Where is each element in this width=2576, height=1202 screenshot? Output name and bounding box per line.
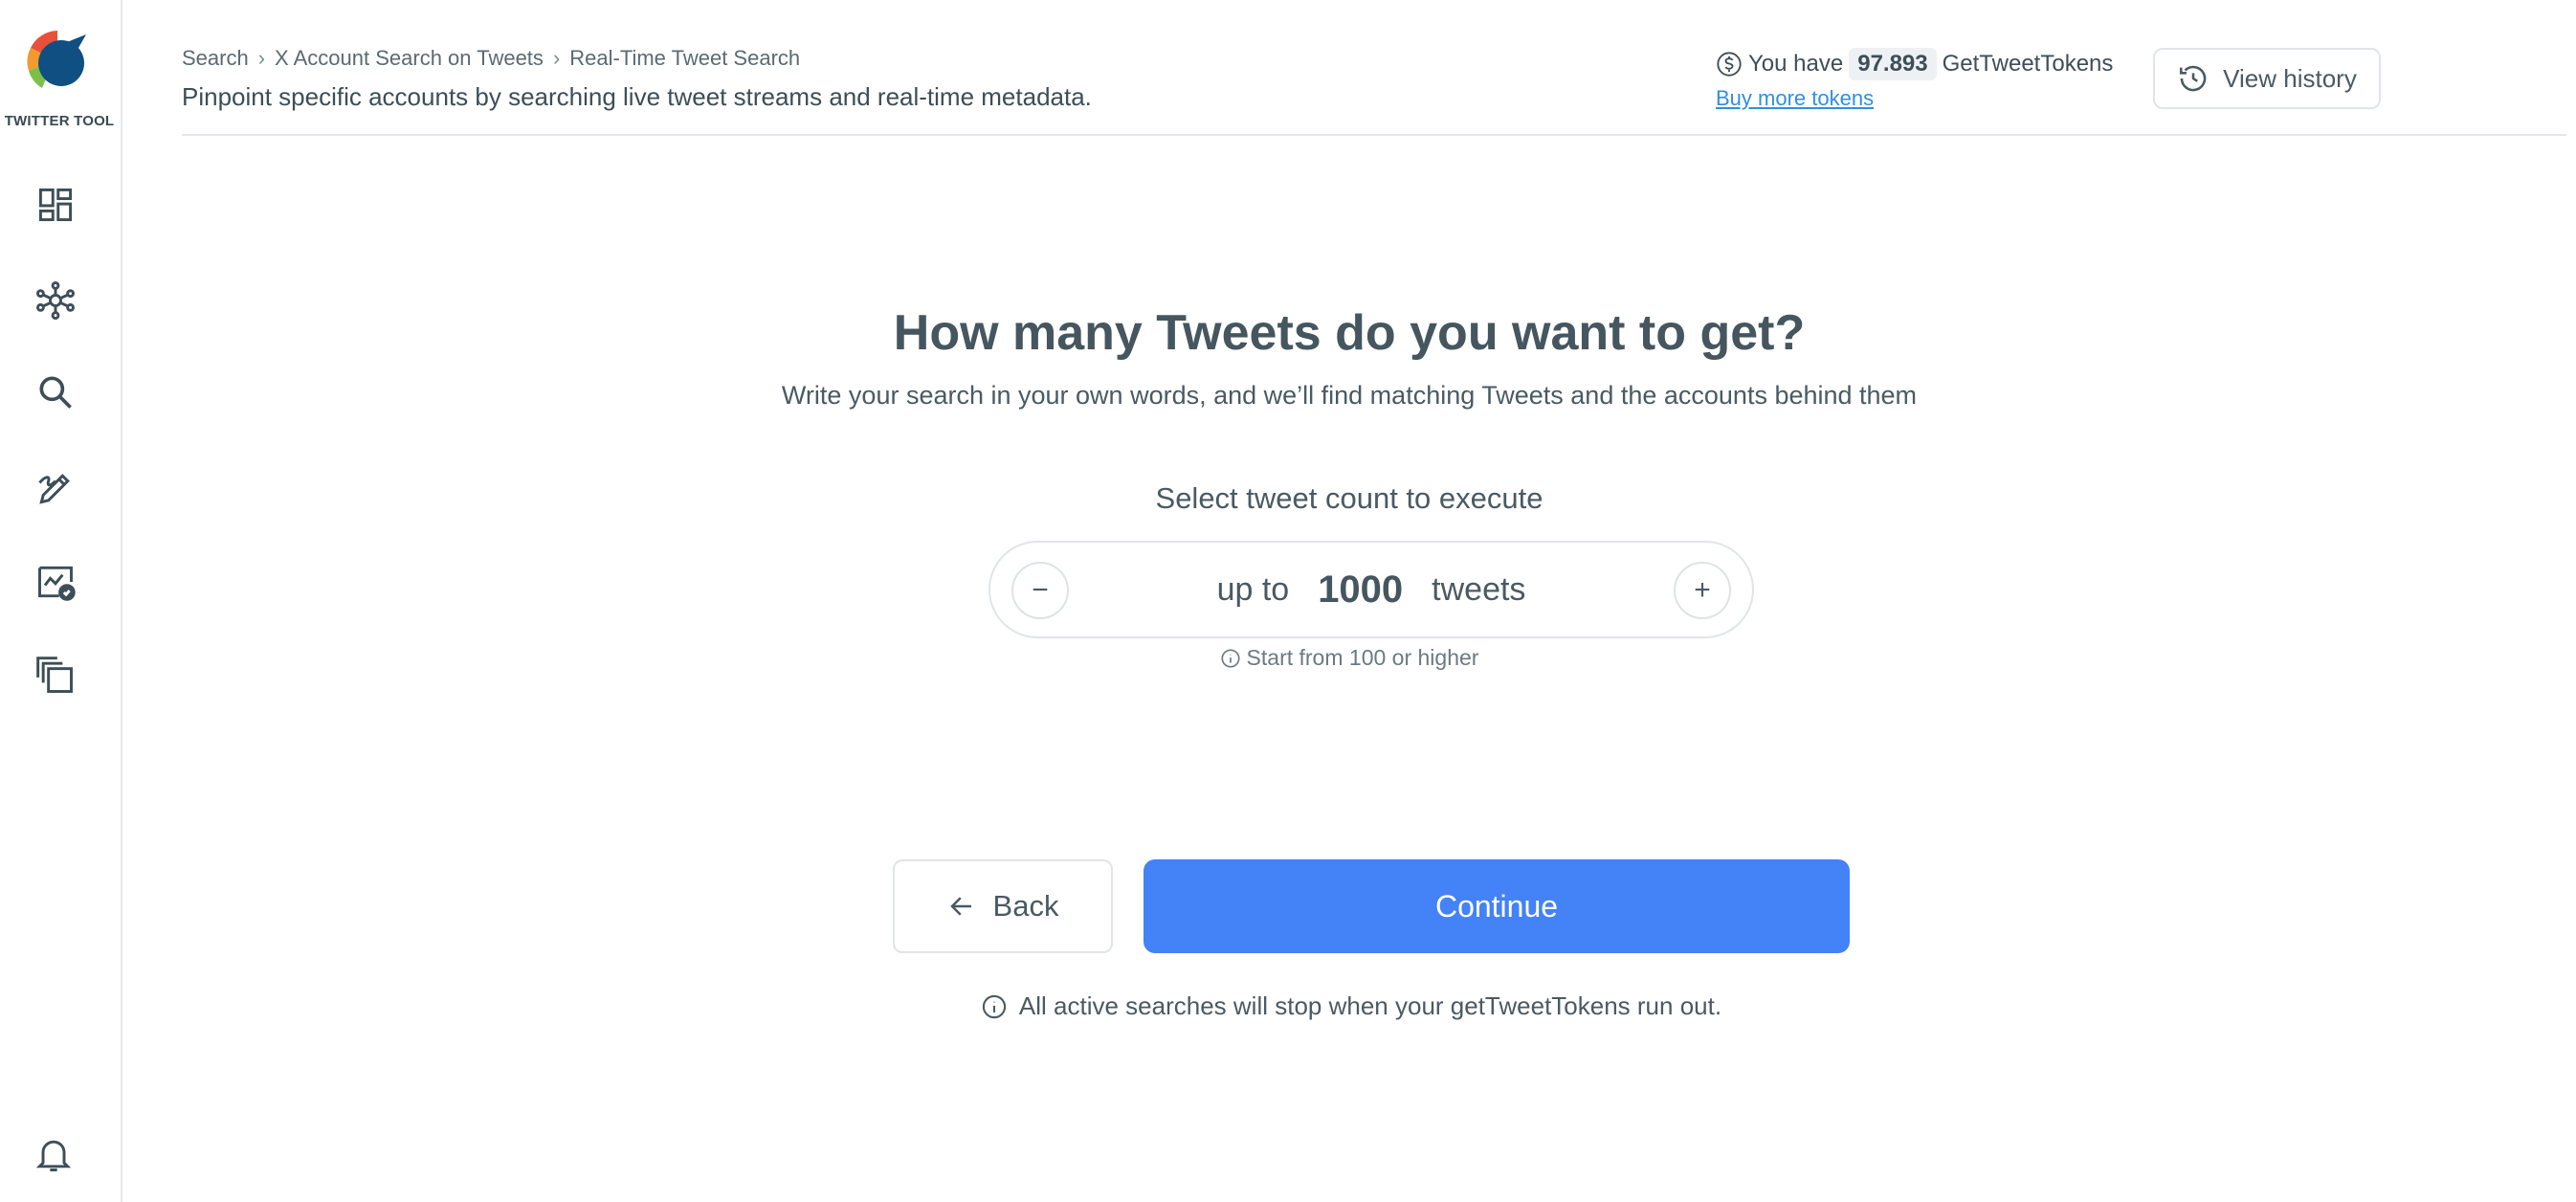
info-icon bbox=[1221, 648, 1240, 668]
breadcrumb-realtime: Real-Time Tweet Search bbox=[569, 46, 801, 70]
tweet-count-value[interactable]: 1000 bbox=[1318, 568, 1403, 612]
stepper-prefix: up to bbox=[1216, 570, 1290, 608]
copy-icon bbox=[36, 657, 73, 693]
analytics-check-icon bbox=[38, 566, 76, 601]
bell-icon bbox=[35, 1140, 72, 1171]
app-name: TWITTER TOOL bbox=[4, 113, 115, 129]
token-warning: All active searches will stop when your … bbox=[122, 991, 2576, 1021]
nav-search[interactable] bbox=[31, 367, 80, 417]
minus-icon: − bbox=[1032, 574, 1049, 606]
breadcrumb-account-search[interactable]: X Account Search on Tweets bbox=[275, 46, 544, 71]
minimum-hint: Start from 100 or higher bbox=[122, 645, 2576, 671]
dashboard-icon bbox=[38, 188, 73, 222]
stepper-suffix: tweets bbox=[1432, 570, 1526, 608]
tokens-value: 97.893 bbox=[1849, 48, 1937, 80]
app-logo[interactable] bbox=[19, 23, 96, 100]
tokens-prefix: You have bbox=[1748, 51, 1844, 77]
token-balance: You have 97.893 GetTweetTokens bbox=[1716, 48, 2113, 80]
increment-button[interactable]: + bbox=[1674, 562, 1731, 619]
search-icon bbox=[39, 376, 72, 409]
token-warning-text: All active searches will stop when your … bbox=[1018, 991, 1722, 1020]
network-icon bbox=[36, 281, 75, 320]
select-count-label: Select tweet count to execute bbox=[1155, 481, 1543, 515]
back-button[interactable]: Back bbox=[893, 859, 1113, 953]
continue-label: Continue bbox=[1434, 888, 1559, 924]
sidebar: TWITTER TOOL bbox=[0, 0, 122, 1202]
page-description: Write your search in your own words, and… bbox=[781, 381, 1918, 410]
info-icon bbox=[982, 994, 1007, 1018]
nav-analytics[interactable] bbox=[31, 557, 80, 607]
view-history-button[interactable]: View history bbox=[2153, 48, 2381, 109]
minimum-hint-text: Start from 100 or higher bbox=[1246, 645, 1479, 670]
tweet-count-stepper: up to 1000 tweets − + bbox=[988, 541, 1754, 638]
view-history-label: View history bbox=[2223, 63, 2357, 93]
chevron-right-icon: › bbox=[257, 46, 266, 70]
notifications-button[interactable] bbox=[29, 1129, 78, 1179]
nav-copy[interactable] bbox=[31, 651, 80, 701]
page-title: How many Tweets do you want to get? bbox=[893, 305, 1806, 361]
buy-more-tokens-link[interactable]: Buy more tokens bbox=[1716, 86, 1874, 111]
breadcrumb: Search › X Account Search on Tweets › Re… bbox=[182, 46, 800, 71]
chevron-right-icon: › bbox=[552, 46, 561, 70]
edit-icon bbox=[38, 474, 70, 504]
page-subtitle: Pinpoint specific accounts by searching … bbox=[182, 82, 1092, 111]
tokens-suffix: GetTweetTokens bbox=[1942, 51, 2114, 77]
history-icon bbox=[2180, 65, 2207, 92]
nav-edit[interactable] bbox=[31, 463, 80, 513]
nav-network[interactable] bbox=[31, 276, 80, 325]
stepper-display: up to 1000 tweets bbox=[990, 543, 1752, 636]
continue-button[interactable]: Continue bbox=[1144, 859, 1850, 953]
dollar-icon bbox=[1717, 52, 1742, 77]
decrement-button[interactable]: − bbox=[1011, 562, 1069, 619]
breadcrumb-search[interactable]: Search bbox=[182, 46, 249, 71]
plus-icon: + bbox=[1694, 574, 1711, 606]
back-label: Back bbox=[992, 889, 1059, 923]
arrow-left-icon bbox=[949, 897, 971, 916]
nav-dashboard[interactable] bbox=[31, 180, 80, 230]
